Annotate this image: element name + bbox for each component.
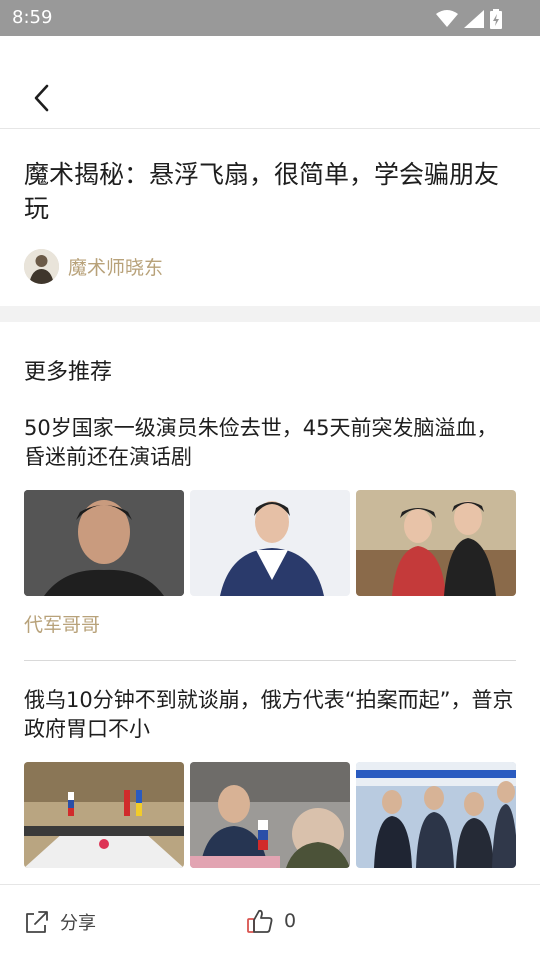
nav-divider [0, 128, 540, 129]
status-bar: 8:59 [0, 0, 540, 36]
section-separator [0, 306, 540, 322]
list-divider [24, 660, 516, 661]
more-recommend-heading: 更多推荐 [24, 360, 113, 385]
thumbnail-image[interactable] [356, 762, 516, 868]
back-button[interactable] [20, 76, 64, 120]
recommend-item-title[interactable]: 俄乌10分钟不到就谈崩，俄方代表“拍案而起”，普京政府胃口不小 [24, 686, 516, 744]
recommend-item-source[interactable]: 代军哥哥 [24, 610, 516, 637]
chevron-left-icon [34, 84, 49, 112]
share-icon [26, 911, 48, 933]
bottom-action-bar: 分享 0 [0, 884, 540, 961]
status-time: 8:59 [12, 7, 53, 28]
like-button[interactable]: 0 [246, 907, 296, 935]
thumbnail-image[interactable] [356, 490, 516, 596]
author-avatar[interactable] [24, 248, 59, 284]
cellular-signal-icon [464, 10, 484, 28]
status-icons [436, 9, 502, 29]
share-button[interactable]: 分享 [24, 909, 96, 935]
battery-charging-icon [490, 9, 502, 29]
author-row[interactable]: 魔术师晓东 [24, 248, 163, 284]
wifi-icon [436, 10, 458, 27]
recommend-item-2[interactable]: 俄乌10分钟不到就谈崩，俄方代表“拍案而起”，普京政府胃口不小 [24, 686, 516, 868]
like-count: 0 [284, 910, 297, 932]
thumbnail-image[interactable] [190, 490, 350, 596]
recommend-item-1[interactable]: 50岁国家一级演员朱俭去世，45天前突发脑溢血，昏迷前还在演话剧 代军哥哥 [24, 414, 516, 637]
thumbnail-image[interactable] [190, 762, 350, 868]
article-title: 魔术揭秘：悬浮飞扇，很简单，学会骗朋友玩 [24, 160, 500, 223]
top-nav [0, 36, 540, 128]
thumbnail-row [24, 762, 516, 868]
share-label[interactable]: 分享 [60, 909, 96, 935]
avatar-image [24, 248, 59, 284]
thumbnail-image[interactable] [24, 490, 184, 596]
thumbs-up-icon [247, 909, 273, 933]
thumbnail-row [24, 490, 516, 596]
thumbnail-image[interactable] [24, 762, 184, 868]
recommend-item-title[interactable]: 50岁国家一级演员朱俭去世，45天前突发脑溢血，昏迷前还在演话剧 [24, 414, 516, 472]
author-name[interactable]: 魔术师晓东 [68, 253, 163, 280]
